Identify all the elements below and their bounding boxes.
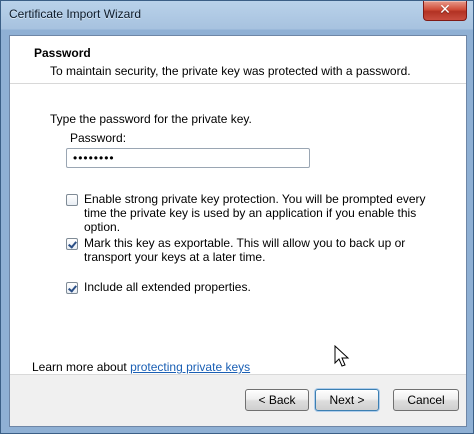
next-button[interactable]: Next > — [315, 389, 379, 411]
checkmark-icon — [68, 240, 76, 248]
password-field[interactable] — [66, 148, 310, 168]
titlebar[interactable]: Certificate Import Wizard ✕ — [1, 1, 473, 35]
checkbox-enable-strong-protection[interactable] — [66, 194, 78, 206]
certificate-import-wizard-window: Certificate Import Wizard ✕ Password To … — [0, 0, 474, 434]
checkbox-label-enable-strong-protection: Enable strong private key protection. Yo… — [84, 192, 426, 234]
checkbox-label-mark-exportable: Mark this key as exportable. This will a… — [84, 236, 406, 264]
close-button[interactable]: ✕ — [423, 1, 467, 21]
wizard-footer: < Back Next > Cancel — [10, 374, 466, 426]
screen: Certificate Import Wizard ✕ Password To … — [0, 0, 474, 434]
wizard-body: Type the password for the private key. P… — [10, 84, 466, 376]
learn-more-prefix: Learn more about — [32, 360, 131, 374]
close-icon: ✕ — [439, 1, 451, 18]
checkbox-label-include-extended-properties: Include all extended properties. — [84, 280, 251, 294]
wizard-header: Password To maintain security, the priva… — [10, 36, 466, 84]
learn-more-row: Learn more about protecting private keys — [32, 360, 250, 374]
password-label: Password: — [70, 131, 127, 145]
back-button[interactable]: < Back — [245, 389, 309, 411]
option-mark-exportable[interactable]: Mark this key as exportable. This will a… — [66, 236, 446, 264]
window-title: Certificate Import Wizard — [9, 7, 142, 21]
instruction-text: Type the password for the private key. — [50, 112, 252, 126]
cancel-button[interactable]: Cancel — [393, 389, 459, 411]
option-include-extended-properties[interactable]: Include all extended properties. — [66, 280, 446, 294]
checkmark-icon — [68, 284, 76, 292]
checkbox-mark-exportable[interactable] — [66, 238, 78, 250]
wizard-client-area: Password To maintain security, the priva… — [9, 35, 467, 427]
option-enable-strong-protection[interactable]: Enable strong private key protection. Yo… — [66, 192, 446, 234]
page-title: Password — [34, 46, 91, 60]
protecting-private-keys-link[interactable]: protecting private keys — [130, 360, 250, 374]
checkbox-include-extended-properties[interactable] — [66, 282, 78, 294]
page-subtitle: To maintain security, the private key wa… — [50, 64, 411, 78]
